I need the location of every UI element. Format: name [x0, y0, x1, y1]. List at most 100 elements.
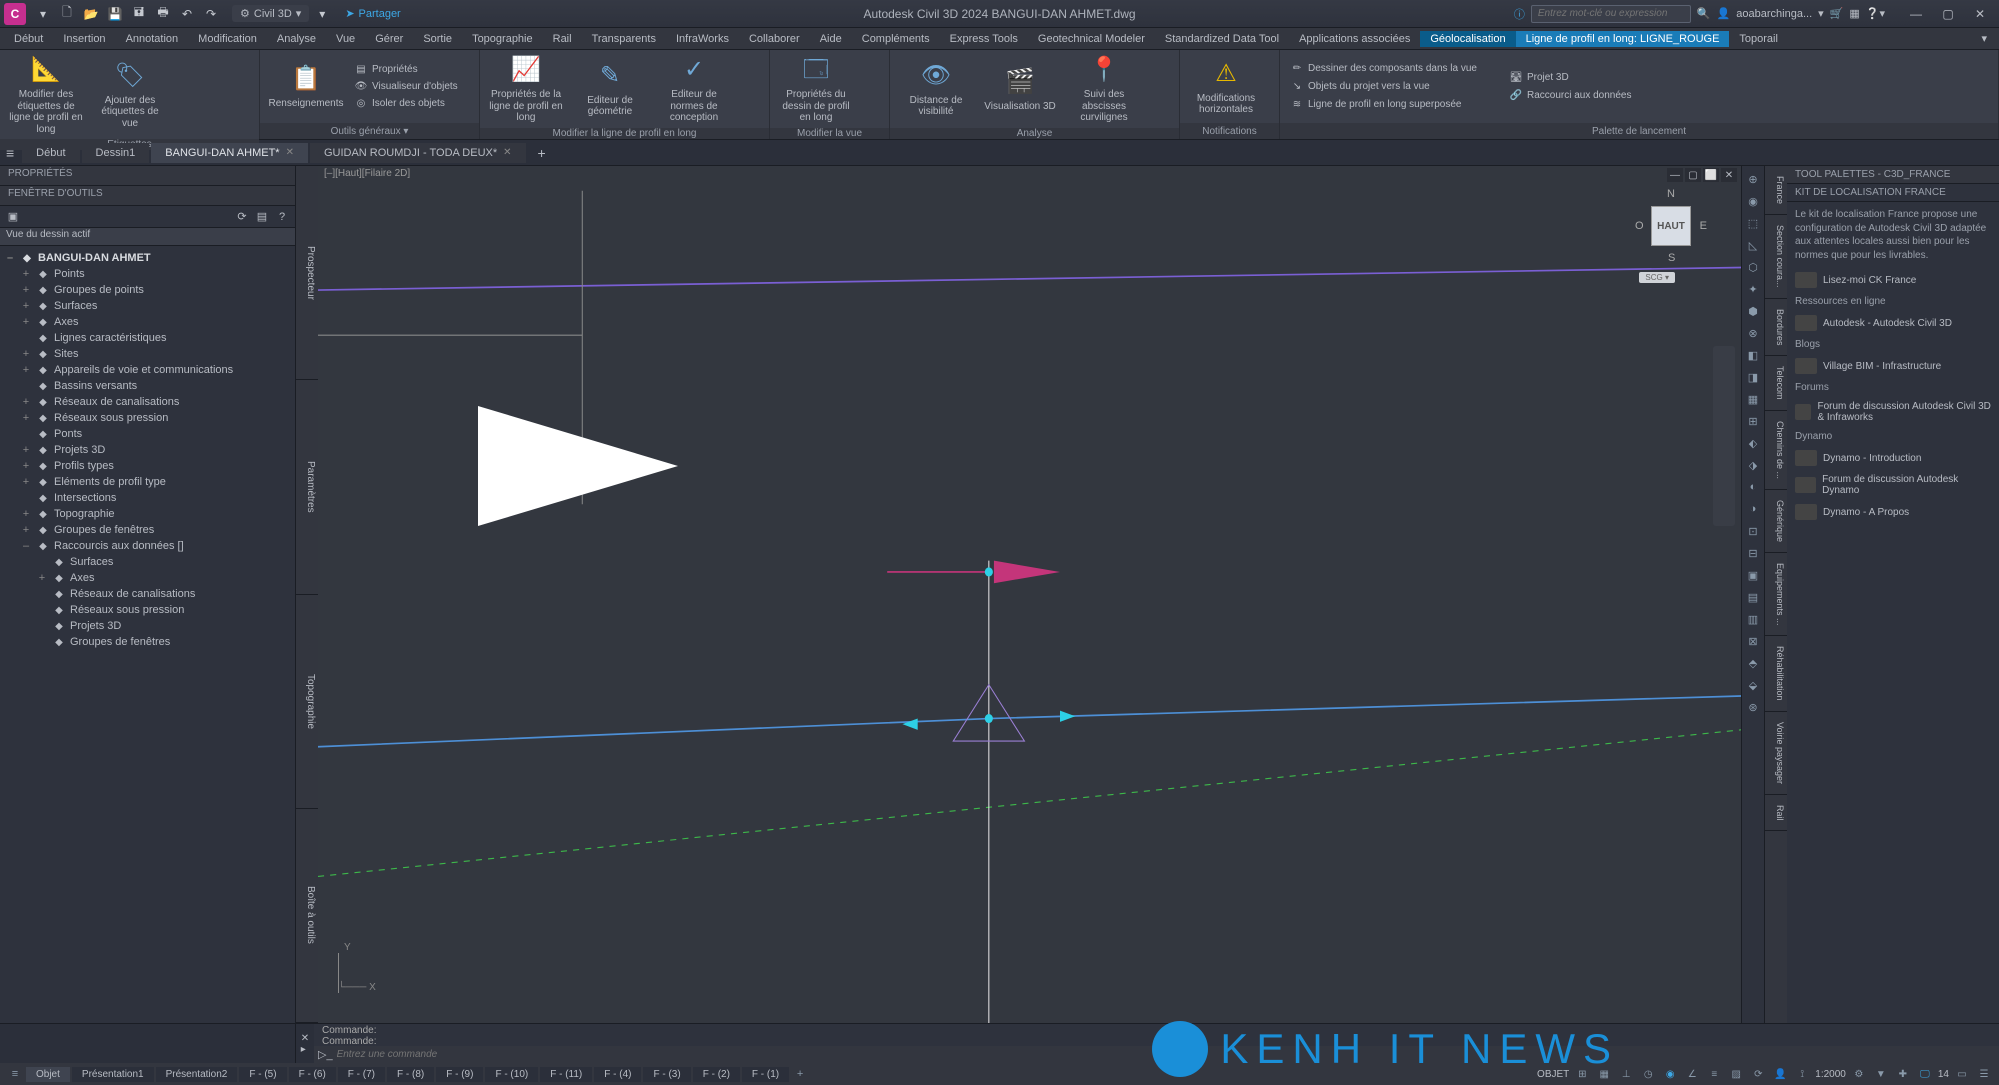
- vtool-icon[interactable]: ▦: [1744, 390, 1762, 408]
- transparency-icon[interactable]: ▨: [1727, 1066, 1745, 1082]
- panel-title-tools[interactable]: Outils généraux ▾: [260, 123, 479, 139]
- expand-icon[interactable]: +: [20, 476, 32, 488]
- properties-button[interactable]: ▤Propriétés: [350, 62, 462, 78]
- vtool-icon[interactable]: ◉: [1744, 192, 1762, 210]
- workspace-dropdown[interactable]: ⚙ Civil 3D ▾: [232, 5, 309, 22]
- superimposed-profile-button[interactable]: ≋Ligne de profil en long superposée: [1286, 97, 1481, 113]
- tree-item[interactable]: ◆Lignes caractéristiques: [2, 330, 293, 346]
- tree-item[interactable]: +◆Axes: [2, 314, 293, 330]
- ortho-icon[interactable]: ⊥: [1617, 1066, 1635, 1082]
- layout-tab[interactable]: F - (1): [742, 1067, 789, 1082]
- menu-insertion[interactable]: Insertion: [53, 31, 115, 47]
- project-objects-button[interactable]: ↘Objets du projet vers la vue: [1286, 79, 1481, 95]
- info-icon[interactable]: ⓘ: [1514, 6, 1525, 22]
- user-dd[interactable]: ▾: [1818, 7, 1824, 20]
- menu-standardized-data-tool[interactable]: Standardized Data Tool: [1155, 31, 1289, 47]
- vtool-icon[interactable]: ◑: [1744, 500, 1762, 518]
- tree-item[interactable]: ◆Réseaux de canalisations: [2, 586, 293, 602]
- tree-item[interactable]: ◆Intersections: [2, 490, 293, 506]
- palette-tab[interactable]: Section coura...: [1765, 215, 1787, 299]
- vtool-icon[interactable]: ⊕: [1744, 170, 1762, 188]
- menu-g-olocalisation[interactable]: Géolocalisation: [1420, 31, 1515, 47]
- inquiry-button[interactable]: 📋 Renseignements: [266, 61, 346, 112]
- qat-more[interactable]: ▾: [311, 3, 333, 25]
- tree-item[interactable]: +◆Projets 3D: [2, 442, 293, 458]
- close-tab-icon[interactable]: ✕: [503, 147, 511, 158]
- lineweight-icon[interactable]: ≡: [1705, 1066, 1723, 1082]
- menu-modification[interactable]: Modification: [188, 31, 267, 47]
- layout-tab[interactable]: F - (6): [289, 1067, 336, 1082]
- expand-icon[interactable]: –: [20, 540, 32, 552]
- tree-item[interactable]: ◆Surfaces: [2, 554, 293, 570]
- edit-profile-labels-button[interactable]: 📐 Modifier des étiquettes de ligne de pr…: [6, 52, 86, 137]
- tree-item[interactable]: +◆Profils types: [2, 458, 293, 474]
- expand-icon[interactable]: +: [20, 460, 32, 472]
- menu-collaborer[interactable]: Collaborer: [739, 31, 810, 47]
- vtool-icon[interactable]: ⬚: [1744, 214, 1762, 232]
- properties-panel-header[interactable]: PROPRIÉTÉS: [0, 166, 295, 186]
- project-3d-button[interactable]: 🛣Projet 3D: [1505, 70, 1636, 86]
- expand-icon[interactable]: +: [20, 524, 32, 536]
- palette-tab[interactable]: Réhabilitation: [1765, 636, 1787, 712]
- plus-icon[interactable]: ✚: [1894, 1066, 1912, 1082]
- saveas-icon[interactable]: 🖬: [128, 3, 150, 25]
- vtool-icon[interactable]: ◺: [1744, 236, 1762, 254]
- palette-tab[interactable]: France: [1765, 166, 1787, 215]
- layout-tab[interactable]: Présentation1: [72, 1067, 154, 1082]
- tool-palettes-title[interactable]: TOOL PALETTES - C3D_FRANCE: [1787, 166, 1999, 184]
- search-input[interactable]: [1538, 8, 1684, 19]
- menu-compl-ments[interactable]: Compléments: [852, 31, 940, 47]
- vtool-icon[interactable]: ⊠: [1744, 632, 1762, 650]
- tree-item[interactable]: +◆Topographie: [2, 506, 293, 522]
- search-box[interactable]: [1531, 5, 1691, 23]
- menu-applications-associ-es[interactable]: Applications associées: [1289, 31, 1420, 47]
- tree-item[interactable]: +◆Réseaux de canalisations: [2, 394, 293, 410]
- navigation-bar[interactable]: [1713, 346, 1735, 526]
- sight-distance-button[interactable]: 👁Distance de visibilité: [896, 58, 976, 120]
- vtool-icon[interactable]: ✦: [1744, 280, 1762, 298]
- grid-icon[interactable]: ▦: [1595, 1066, 1613, 1082]
- tree-item[interactable]: ◆Bassins versants: [2, 378, 293, 394]
- draw-components-button[interactable]: ✏Dessiner des composants dans la vue: [1286, 61, 1481, 77]
- monitor-icon[interactable]: 🖵: [1916, 1066, 1934, 1082]
- tree-item[interactable]: +◆Appareils de voie et communications: [2, 362, 293, 378]
- command-input[interactable]: [337, 1049, 1995, 1060]
- vtool-icon[interactable]: ⬙: [1744, 676, 1762, 694]
- app-switcher-icon[interactable]: ▦: [1849, 7, 1859, 20]
- isolate-button[interactable]: ◎Isoler des objets: [350, 96, 462, 112]
- palette-link[interactable]: Forum de discussion Autodesk Civil 3D & …: [1787, 397, 1999, 427]
- palette-tab[interactable]: Voirie paysager: [1765, 712, 1787, 795]
- palette-tab[interactable]: Chemins de ...: [1765, 411, 1787, 490]
- help-toolspace-icon[interactable]: ?: [273, 208, 291, 226]
- vtool-icon[interactable]: ⬘: [1744, 654, 1762, 672]
- menu-express-tools[interactable]: Express Tools: [940, 31, 1028, 47]
- vtool-icon[interactable]: ◐: [1744, 478, 1762, 496]
- toolspace-panel-header[interactable]: FENÊTRE D'OUTILS: [0, 186, 295, 206]
- horiz-mods-button[interactable]: ⚠Modifications horizontales: [1186, 56, 1266, 118]
- palette-link[interactable]: Autodesk - Autodesk Civil 3D: [1787, 311, 1999, 335]
- doc-tab[interactable]: Dessin1: [82, 143, 150, 163]
- tree-item[interactable]: +◆Sites: [2, 346, 293, 362]
- expand-icon[interactable]: +: [20, 364, 32, 376]
- side-tab-topographie[interactable]: Topographie: [296, 595, 318, 809]
- tree-item[interactable]: +◆Points: [2, 266, 293, 282]
- palette-link[interactable]: Dynamo - A Propos: [1787, 500, 1999, 524]
- vtool-icon[interactable]: ⬖: [1744, 434, 1762, 452]
- cmdline-close[interactable]: ✕▸: [296, 1024, 314, 1063]
- toolspace-icon[interactable]: ▣: [4, 208, 22, 226]
- palette-tab[interactable]: Générique: [1765, 490, 1787, 553]
- expand-icon[interactable]: +: [20, 316, 32, 328]
- scale-icon[interactable]: ⟟: [1793, 1066, 1811, 1082]
- expand-icon[interactable]: +: [20, 284, 32, 296]
- menu-toporail[interactable]: Toporail: [1729, 31, 1788, 47]
- menu-d-but[interactable]: Début: [4, 31, 53, 47]
- menu-topographie[interactable]: Topographie: [462, 31, 543, 47]
- polar-icon[interactable]: ◷: [1639, 1066, 1657, 1082]
- palette-link[interactable]: Forum de discussion Autodesk Dynamo: [1787, 470, 1999, 500]
- doctabs-menu-icon[interactable]: ≡: [6, 145, 14, 161]
- viewcube-ucs[interactable]: SCG ▾: [1639, 272, 1675, 283]
- design-check-button[interactable]: ✓Editeur de normes de conception: [654, 52, 734, 126]
- tree-item[interactable]: ◆Ponts: [2, 426, 293, 442]
- save-icon[interactable]: 💾: [104, 3, 126, 25]
- expand-icon[interactable]: –: [4, 252, 16, 264]
